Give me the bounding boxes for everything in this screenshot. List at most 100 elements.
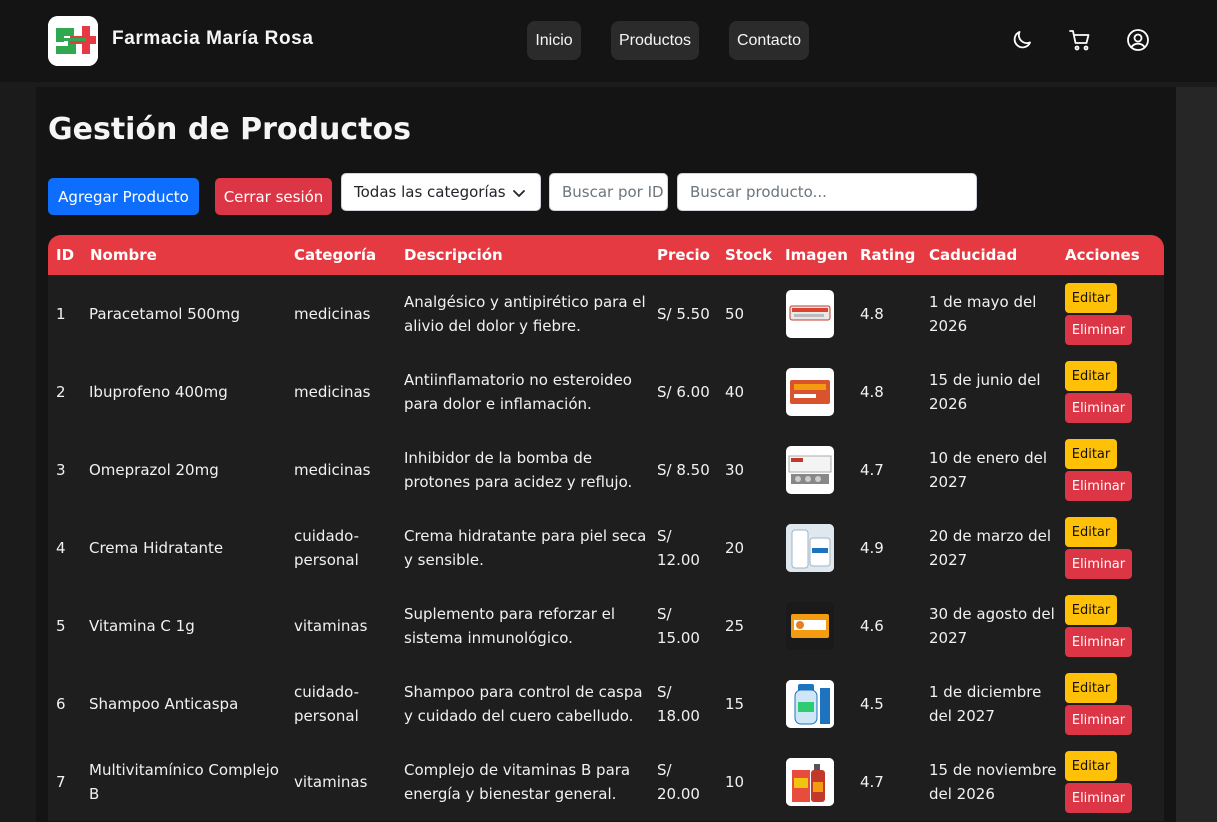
- products-table: ID Nombre Categoría Descripción Precio S…: [48, 235, 1164, 821]
- cell-description: Shampoo para control de caspa y cuidado …: [404, 683, 643, 725]
- cell-stock: 40: [725, 383, 745, 401]
- cell-rating: 4.8: [860, 305, 884, 323]
- cell-id: 6: [56, 695, 66, 713]
- table-row: 3 Omeprazol 20mg medicinas Inhibidor de …: [48, 431, 1164, 509]
- edit-button[interactable]: Editar: [1065, 517, 1117, 547]
- edit-button[interactable]: Editar: [1065, 361, 1117, 391]
- moon-icon[interactable]: [1009, 27, 1035, 53]
- cell-description: Complejo de vitaminas B para energía y b…: [404, 761, 631, 803]
- table-row: 5 Vitamina C 1g vitaminas Suplemento par…: [48, 587, 1164, 665]
- header-caducidad: Caducidad: [929, 246, 1018, 264]
- cell-description: Crema hidratante para piel seca y sensib…: [404, 527, 647, 569]
- delete-button[interactable]: Eliminar: [1065, 471, 1132, 501]
- cell-id: 3: [56, 461, 66, 479]
- product-image: [786, 290, 834, 338]
- cell-expiry: 10 de enero del 2027: [929, 449, 1048, 491]
- table-row: 4 Crema Hidratante cuidado-personal Crem…: [48, 509, 1164, 587]
- page-title: Gestión de Productos: [48, 112, 411, 147]
- cell-description: Analgésico y antipirético para el alivio…: [404, 293, 646, 335]
- header-acciones: Acciones: [1065, 246, 1140, 264]
- delete-button[interactable]: Eliminar: [1065, 393, 1132, 423]
- header-precio: Precio: [657, 246, 710, 264]
- delete-button[interactable]: Eliminar: [1065, 705, 1132, 735]
- add-product-button[interactable]: Agregar Producto: [48, 178, 199, 215]
- edit-button[interactable]: Editar: [1065, 439, 1117, 469]
- edit-button[interactable]: Editar: [1065, 673, 1117, 703]
- cell-category: medicinas: [294, 461, 371, 479]
- search-input[interactable]: [677, 173, 977, 211]
- cell-name: Crema Hidratante: [89, 539, 224, 557]
- cell-expiry: 15 de junio del 2026: [929, 371, 1041, 413]
- header-categoria: Categoría: [294, 246, 377, 264]
- table-row: 2 Ibuprofeno 400mg medicinas Antiinflama…: [48, 353, 1164, 431]
- cell-id: 2: [56, 383, 66, 401]
- cell-price: S/ 8.50: [657, 461, 710, 479]
- brand-name[interactable]: Farmacia María Rosa: [112, 28, 314, 50]
- cell-id: 7: [56, 773, 66, 791]
- cell-expiry: 15 de noviembre del 2026: [929, 761, 1057, 803]
- cart-icon[interactable]: [1067, 27, 1093, 53]
- cell-description: Antiinflamatorio no esteroideo para dolo…: [404, 371, 632, 413]
- cell-expiry: 20 de marzo del 2027: [929, 527, 1052, 569]
- delete-button[interactable]: Eliminar: [1065, 549, 1132, 579]
- product-image: [786, 758, 834, 806]
- cell-name: Shampoo Anticaspa: [89, 695, 239, 713]
- cell-rating: 4.9: [860, 539, 884, 557]
- cell-expiry: 1 de diciembre del 2027: [929, 683, 1042, 725]
- product-image: [786, 602, 834, 650]
- cell-category: vitaminas: [294, 617, 368, 635]
- cell-price: S/ 5.50: [657, 305, 710, 323]
- category-select[interactable]: Todas las categorías: [341, 173, 541, 211]
- cell-category: cuidado-personal: [294, 683, 360, 725]
- search-id-input[interactable]: [549, 173, 668, 211]
- cell-id: 1: [56, 305, 66, 323]
- edit-button[interactable]: Editar: [1065, 751, 1117, 781]
- chevron-down-icon: [512, 186, 526, 204]
- nav-link-productos[interactable]: Productos: [611, 21, 699, 60]
- cell-price: S/ 20.00: [657, 761, 700, 803]
- cell-name: Ibuprofeno 400mg: [89, 383, 228, 401]
- edit-button[interactable]: Editar: [1065, 595, 1117, 625]
- delete-button[interactable]: Eliminar: [1065, 315, 1132, 345]
- pharmacy-logo[interactable]: [48, 16, 98, 66]
- nav-link-inicio[interactable]: Inicio: [527, 21, 581, 60]
- cell-price: S/ 12.00: [657, 527, 700, 569]
- cell-rating: 4.6: [860, 617, 884, 635]
- cell-name: Vitamina C 1g: [89, 617, 195, 635]
- cell-rating: 4.8: [860, 383, 884, 401]
- cell-category: medicinas: [294, 305, 371, 323]
- table-row: 6 Shampoo Anticaspa cuidado-personal Sha…: [48, 665, 1164, 743]
- edit-button[interactable]: Editar: [1065, 283, 1117, 313]
- cell-stock: 25: [725, 617, 745, 635]
- delete-button[interactable]: Eliminar: [1065, 783, 1132, 813]
- header-descripcion: Descripción: [404, 246, 503, 264]
- scrollbar-track[interactable]: [1176, 87, 1217, 822]
- cell-category: medicinas: [294, 383, 371, 401]
- cell-name: Multivitamínico Complejo B: [89, 761, 279, 803]
- cell-expiry: 1 de mayo del 2026: [929, 293, 1037, 335]
- cell-stock: 10: [725, 773, 745, 791]
- cell-category: vitaminas: [294, 773, 368, 791]
- table-row: 7 Multivitamínico Complejo B vitaminas C…: [48, 743, 1164, 821]
- product-image: [786, 368, 834, 416]
- product-image: [786, 446, 834, 494]
- cell-expiry: 30 de agosto del 2027: [929, 605, 1055, 647]
- cell-rating: 4.5: [860, 695, 884, 713]
- navbar: Farmacia María Rosa Inicio Productos Con…: [0, 0, 1217, 82]
- cell-rating: 4.7: [860, 773, 884, 791]
- cell-stock: 50: [725, 305, 745, 323]
- user-circle-icon[interactable]: [1125, 27, 1151, 53]
- nav-link-contacto[interactable]: Contacto: [729, 21, 809, 60]
- cell-category: cuidado-personal: [294, 527, 360, 569]
- cell-id: 4: [56, 539, 66, 557]
- cell-stock: 20: [725, 539, 745, 557]
- delete-button[interactable]: Eliminar: [1065, 627, 1132, 657]
- product-image: [786, 680, 834, 728]
- header-imagen: Imagen: [785, 246, 848, 264]
- product-image: [786, 524, 834, 572]
- header-rating: Rating: [860, 246, 916, 264]
- logout-button[interactable]: Cerrar sesión: [215, 178, 332, 215]
- table-row: 1 Paracetamol 500mg medicinas Analgésico…: [48, 275, 1164, 353]
- header-stock: Stock: [725, 246, 773, 264]
- category-select-value: Todas las categorías: [354, 183, 506, 201]
